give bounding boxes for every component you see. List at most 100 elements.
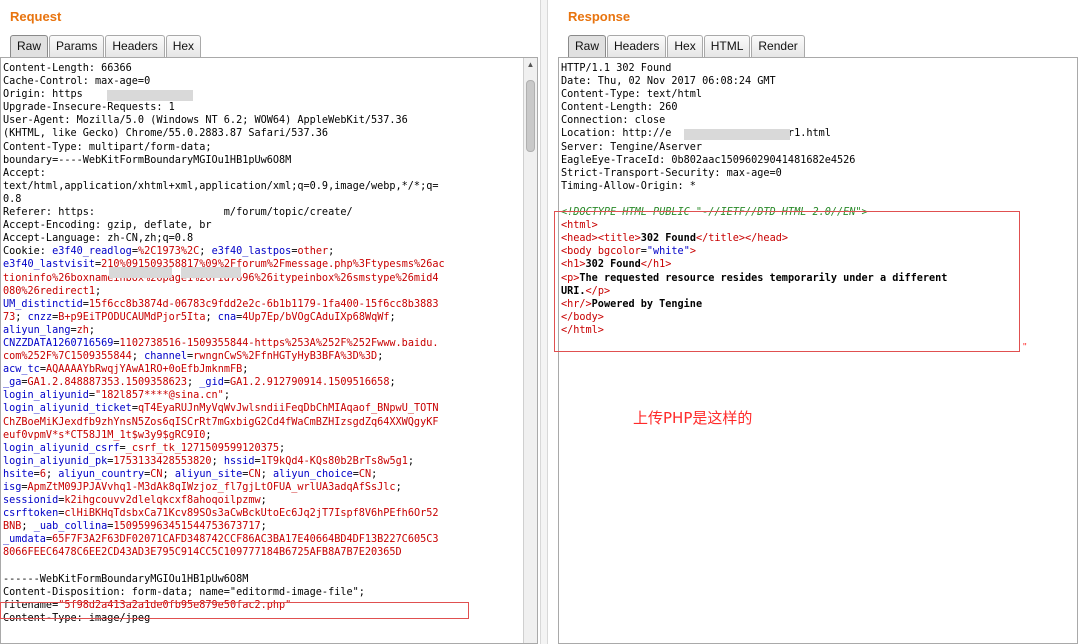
- text-segment: ;: [21, 521, 34, 533]
- text-segment: Content-Type: text/html: [561, 89, 703, 101]
- text-segment: euf0vpmV*s*CT58J1M_1t$w3y9$gRC9I0: [3, 429, 206, 441]
- request-tab-raw[interactable]: Raw: [10, 35, 49, 57]
- text-segment: hssid: [223, 455, 255, 467]
- request-line: boundary=----WebKitFormBoundaryMGIOu1HB1…: [3, 154, 445, 167]
- text-segment: CN: [248, 468, 261, 480]
- text-segment: 15f6cc8b3874d-06783c9fdd2e2c-6b1b1179-1f…: [88, 298, 439, 310]
- highlight-box-response-html: [554, 211, 1020, 352]
- text-segment: Content-Length: 260: [561, 102, 678, 114]
- scroll-up-icon[interactable]: ▲: [524, 59, 537, 71]
- response-tab-html[interactable]: HTML: [703, 35, 751, 57]
- request-line: ChZBoeMiKJexdfb9zhYnsN5Zos6qISCrRt7mGxbi…: [3, 416, 445, 429]
- request-line: login_aliyunid="182l857****@sina.cn";: [3, 389, 445, 402]
- text-segment: ;: [88, 324, 96, 336]
- request-line: Cache-Control: max-age=0: [3, 75, 445, 88]
- text-segment: GA1.2.912790914.1509516658: [229, 377, 390, 389]
- text-segment: Accept:: [3, 167, 46, 179]
- request-line: Cookie: e3f40_readlog=%2C1973%2C; e3f40_…: [3, 245, 445, 258]
- response-line: Timing-Allow-Origin: *: [561, 180, 947, 193]
- request-line: aliyun_lang=zh;: [3, 324, 445, 337]
- text-segment: e3f40_lastvisit: [3, 259, 96, 271]
- request-line: User-Agent: Mozilla/5.0 (Windows NT 6.2;…: [3, 114, 445, 127]
- text-segment: cna: [217, 311, 237, 323]
- text-segment: Referer: https: m/forum/topic/create/: [3, 207, 353, 219]
- text-segment: ;: [211, 455, 224, 467]
- request-line: login_aliyunid_pk=1753133428553820; hssi…: [3, 455, 445, 468]
- request-line: Accept-Language: zh-CN,zh;q=0.8: [3, 232, 445, 245]
- request-tab-headers[interactable]: Headers: [105, 35, 165, 57]
- text-segment: ApmZtM09JPJAVvhq1-M3dAk8qIWzjoz_fl7gjLtO…: [27, 482, 396, 493]
- text-segment: sessionid: [3, 495, 59, 507]
- request-line: login_aliyunid_ticket=qT4EyaRUJnMyVqWvJw…: [3, 402, 445, 415]
- request-tabbar: Raw Params Headers Hex: [10, 35, 202, 57]
- text-segment: ;: [242, 364, 249, 376]
- text-segment: aliyun_choice: [272, 468, 353, 480]
- text-segment: ;: [389, 377, 396, 389]
- request-pane: Request Raw Params Headers Hex Content-Leng…: [0, 0, 540, 644]
- request-tab-params[interactable]: Params: [49, 35, 105, 57]
- text-segment: Date: Thu, 02 Nov 2017 06:08:24 GMT: [561, 76, 776, 88]
- request-editor[interactable]: Content-Length: 66366 Cache-Control: max-…: [0, 57, 538, 644]
- request-line: hsite=6; aliyun_country=CN; aliyun_site=…: [3, 468, 445, 481]
- request-line: isg=ApmZtM09JPJAVvhq1-M3dAk8qIWzjoz_fl7g…: [3, 481, 445, 494]
- request-line: _umdata=65F7F3A2F63DF02071CAFD348742CCF8…: [3, 533, 445, 546]
- text-segment: 65F7F3A2F63DF02071CAFD348742CCF86AC3BA17…: [52, 534, 439, 546]
- text-segment: HTTP/1.1 302 Found: [561, 63, 672, 74]
- text-segment: aliyun_lang: [3, 324, 71, 336]
- response-tab-headers[interactable]: Headers: [607, 35, 667, 57]
- text-segment: ;: [395, 482, 402, 493]
- text-segment: _umdata: [3, 534, 46, 546]
- text-segment: ;: [371, 468, 378, 480]
- request-line: CNZZDATA1260716569=1102738516-1509355844…: [3, 337, 445, 350]
- request-raw-text[interactable]: Content-Length: 66366 Cache-Control: max-…: [3, 62, 445, 625]
- text-segment: k2ihgcouvv2dlelqkcxf8ahoqoilpzmw: [64, 495, 261, 507]
- text-segment: ;: [162, 468, 175, 480]
- text-segment: text/html,application/xhtml+xml,applicat…: [3, 180, 439, 192]
- pane-divider[interactable]: [540, 0, 548, 644]
- response-tab-raw[interactable]: Raw: [568, 35, 607, 57]
- text-segment: BNB: [3, 521, 22, 533]
- request-line: Content-Length: 66366: [3, 62, 445, 75]
- text-segment: 1753133428553820: [113, 455, 212, 467]
- text-segment: CN: [358, 468, 372, 480]
- text-segment: Accept-Encoding: gzip, deflate, br: [3, 220, 212, 232]
- text-segment: ;: [260, 521, 267, 533]
- redaction-mask: [181, 267, 241, 278]
- response-line: Content-Length: 260: [561, 101, 947, 114]
- response-tab-render[interactable]: Render: [751, 35, 805, 57]
- text-segment: login_aliyunid: [3, 390, 89, 402]
- request-line: Accept:: [3, 167, 445, 180]
- text-segment: ------WebKitFormBoundaryMGIOu1HB1pUw6O8M: [3, 573, 249, 585]
- text-segment: ;: [260, 495, 267, 507]
- request-line: 8066FEEC6478C6EE2CD43AD3E795C914CC5C1097…: [3, 546, 445, 559]
- text-segment: aliyun_site: [174, 468, 243, 480]
- text-segment: _gid: [199, 377, 224, 389]
- text-segment: _csrf_tk_1271509599120375: [125, 442, 280, 454]
- text-segment: aliyun_country: [58, 468, 145, 480]
- response-tab-hex[interactable]: Hex: [667, 35, 703, 57]
- text-segment: login_aliyunid_ticket: [3, 403, 132, 415]
- text-segment: B+p9EiTPODUCAUMdPjor5Ita: [58, 311, 206, 323]
- request-line: _ga=GA1.2.848887353.1509358623; _gid=GA1…: [3, 376, 445, 389]
- text-segment: login_aliyunid_pk: [3, 455, 108, 467]
- request-tab-hex[interactable]: Hex: [165, 35, 202, 57]
- text-segment: CNZZDATA1260716569: [3, 337, 114, 349]
- redaction-mask: [684, 129, 790, 140]
- response-title: Response: [568, 9, 631, 24]
- annotation-caption: 上传PHP是这样的: [633, 409, 753, 427]
- text-segment: Accept-Language: zh-CN,zh;q=0.8: [3, 233, 194, 245]
- response-line: Date: Thu, 02 Nov 2017 06:08:24 GMT: [561, 75, 947, 88]
- request-scrollbar[interactable]: ▲: [523, 58, 537, 643]
- text-segment: e3f40_lastpos: [211, 246, 292, 258]
- request-line: Upgrade-Insecure-Requests: 1: [3, 101, 445, 114]
- scroll-thumb[interactable]: [526, 80, 535, 152]
- text-segment: com%252F%7C1509355844: [3, 351, 132, 363]
- response-line: EagleEye-TraceId: 0b802aac15096029041481…: [561, 154, 947, 167]
- text-segment: %2C1973%2C: [137, 246, 200, 258]
- text-segment: ;: [131, 351, 145, 363]
- request-line: acw_tc=AQAAAAYbRwqjYAwA1RO+0oEfbJmknmFB;: [3, 363, 445, 376]
- text-segment: Connection: close: [561, 115, 666, 127]
- request-line: com%252F%7C1509355844; channel=rwngnCwS%…: [3, 350, 445, 363]
- response-line: Content-Type: text/html: [561, 88, 947, 101]
- text-segment: ;: [199, 246, 212, 258]
